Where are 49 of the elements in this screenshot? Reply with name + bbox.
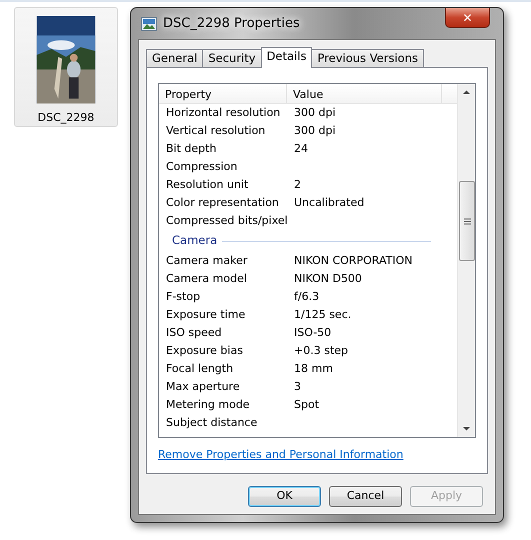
- property-name: Camera model: [166, 272, 247, 285]
- property-name: Focal length: [166, 362, 234, 375]
- tab[interactable]: Security: [202, 49, 262, 67]
- property-name: Horizontal resolution: [166, 106, 280, 119]
- dialog-button[interactable]: Cancel: [329, 486, 402, 507]
- property-name: Exposure time: [166, 308, 246, 321]
- property-name: Compression: [166, 160, 238, 173]
- property-value: NIKON CORPORATION: [294, 254, 412, 267]
- window-title: DSC_2298 Properties: [163, 14, 300, 33]
- property-name: ISO speed: [166, 326, 222, 339]
- property-value: 2: [294, 178, 301, 191]
- image-file-icon: [141, 16, 157, 30]
- property-value: 300 dpi: [294, 124, 336, 137]
- property-name: Compressed bits/pixel: [166, 214, 288, 227]
- column-header[interactable]: Value: [287, 84, 442, 103]
- property-name: F-stop: [166, 290, 200, 303]
- file-icon[interactable]: DSC_2298: [14, 7, 118, 127]
- property-value: 1/125 sec.: [294, 308, 352, 321]
- property-value: Spot: [294, 398, 320, 411]
- property-name: Camera maker: [166, 254, 248, 267]
- scroll-thumb[interactable]: [459, 181, 475, 261]
- property-name: Color representation: [166, 196, 279, 209]
- tab[interactable]: Previous Versions: [311, 49, 424, 67]
- property-name: Resolution unit: [166, 178, 248, 191]
- property-value: NIKON D500: [294, 272, 362, 285]
- remove-properties-link[interactable]: Remove Properties and Personal Information: [158, 447, 404, 464]
- property-value: 3: [294, 380, 301, 393]
- tab[interactable]: Details: [260, 47, 312, 68]
- group-header: Camera: [172, 232, 218, 250]
- property-name: Exposure bias: [166, 344, 243, 357]
- property-value: 300 dpi: [294, 106, 336, 119]
- grip-icon: [464, 218, 470, 224]
- property-name: Vertical resolution: [166, 124, 266, 137]
- tab[interactable]: General: [146, 49, 204, 67]
- property-value: +0.3 step: [294, 344, 348, 357]
- property-value: Uncalibrated: [294, 196, 364, 209]
- property-name: Subject distance: [166, 416, 258, 429]
- property-name: Max aperture: [166, 380, 240, 393]
- property-value: ISO-50: [294, 326, 332, 339]
- column-header[interactable]: Property: [159, 84, 287, 103]
- property-name: Metering mode: [166, 398, 250, 411]
- dialog-button[interactable]: OK: [248, 486, 321, 507]
- close-button[interactable]: ✕: [445, 8, 490, 28]
- scrollbar[interactable]: [457, 84, 475, 437]
- property-value: 24: [294, 142, 308, 155]
- property-value: f/6.3: [294, 290, 320, 303]
- file-name: DSC_2298: [38, 110, 94, 126]
- property-name: Bit depth: [166, 142, 216, 155]
- property-value: 18 mm: [294, 362, 333, 375]
